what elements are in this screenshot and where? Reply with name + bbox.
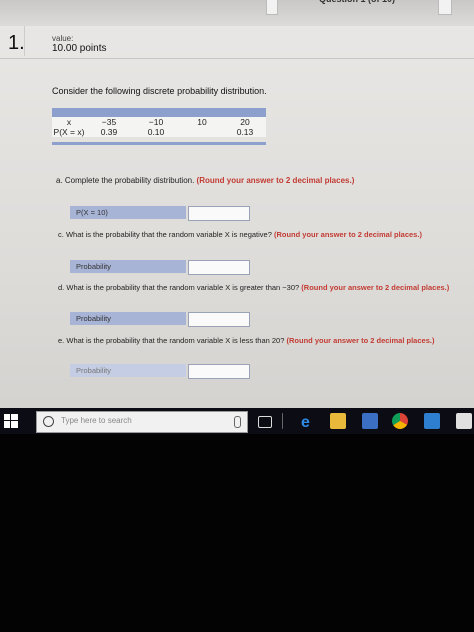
svg-text:e: e <box>301 414 310 429</box>
rounding-note: (Round your answer to 2 decimal places.) <box>273 230 422 239</box>
part-letter: d. <box>58 283 65 292</box>
app-icon[interactable] <box>456 413 472 429</box>
task-view-icon[interactable] <box>258 416 272 428</box>
photo-dark-area <box>0 434 474 632</box>
microphone-icon[interactable] <box>234 416 241 428</box>
answer-input-c[interactable] <box>188 260 250 275</box>
table-cell: 0.13 <box>236 127 254 137</box>
table-cell: P(X = x) <box>53 127 85 137</box>
part-letter: c. <box>58 230 64 239</box>
search-placeholder: Type here to search <box>61 416 132 425</box>
table-cell <box>180 127 224 137</box>
part-letter: e. <box>58 336 65 345</box>
part-text: What is the probability that the random … <box>66 336 285 345</box>
previous-button[interactable] <box>266 0 278 15</box>
windows-icon[interactable] <box>4 414 20 430</box>
file-explorer-icon[interactable] <box>330 413 346 429</box>
edge-icon[interactable]: e <box>300 413 316 431</box>
browser-top-bar: Question 1 (of 10) <box>0 0 474 26</box>
question-progress-badge: Question 1 (of 10) <box>282 0 432 8</box>
rounding-note: (Round your answer to 2 decimal places.) <box>196 176 355 185</box>
answer-row-a: P(X = 10) <box>70 206 250 221</box>
answer-input-e[interactable] <box>188 364 250 379</box>
taskbar-separator <box>282 413 283 429</box>
table-cell: 10 <box>197 117 207 127</box>
table-row-x: x −35 −10 10 20 <box>52 117 266 127</box>
table-cell: −35 <box>101 117 117 127</box>
store-icon[interactable] <box>362 413 378 429</box>
table-cell: 0.10 <box>147 127 165 137</box>
part-text: Complete the probability distribution. <box>64 176 195 185</box>
table-cell: 20 <box>240 117 250 127</box>
answer-row-e: Probability <box>70 364 250 379</box>
table-header-bar <box>52 108 266 117</box>
header-divider <box>0 58 474 59</box>
question-prompt: Consider the following discrete probabil… <box>52 86 267 96</box>
answer-label: Probability <box>70 260 186 273</box>
rounding-note: (Round your answer to 2 decimal places.) <box>286 336 435 345</box>
table-cell: x <box>66 117 72 127</box>
table-row-probability: P(X = x) 0.39 0.10 0.13 <box>52 127 266 137</box>
distribution-table: x −35 −10 10 20 P(X = x) 0.39 0.10 0.13 <box>52 108 266 145</box>
monitor-screen: Question 1 (of 10) 1. value: 10.00 point… <box>0 0 474 436</box>
answer-label: Probability <box>70 364 186 377</box>
answer-label: P(X = 10) <box>70 206 186 219</box>
answer-label: Probability <box>70 312 186 325</box>
taskbar-search-box[interactable]: Type here to search <box>36 411 248 433</box>
answer-row-d: Probability <box>70 312 250 327</box>
answer-row-c: Probability <box>70 260 250 275</box>
part-e-question: e. What is the probability that the rand… <box>58 336 466 346</box>
answer-input-a[interactable] <box>188 206 250 221</box>
search-icon <box>43 416 54 427</box>
part-a-question: a. Complete the probability distribution… <box>56 176 354 186</box>
answer-input-d[interactable] <box>188 312 250 327</box>
table-cell: −10 <box>148 117 164 127</box>
question-number: 1. <box>8 32 25 54</box>
chrome-icon[interactable] <box>392 413 408 429</box>
part-text: What is the probability that the random … <box>66 283 300 292</box>
table-cell: 0.39 <box>100 127 118 137</box>
part-letter: a. <box>56 176 63 185</box>
mail-icon[interactable] <box>424 413 440 429</box>
value-label: value: <box>52 34 74 43</box>
part-d-question: d. What is the probability that the rand… <box>58 283 466 293</box>
next-button[interactable] <box>438 0 452 15</box>
table-footer-bar <box>52 142 266 145</box>
part-text: What is the probability that the random … <box>65 230 272 239</box>
part-c-question: c. What is the probability that the rand… <box>58 230 466 240</box>
windows-taskbar: Type here to search e <box>0 408 474 434</box>
question-points: 10.00 points <box>52 43 107 54</box>
rounding-note: (Round your answer to 2 decimal places.) <box>301 283 450 292</box>
